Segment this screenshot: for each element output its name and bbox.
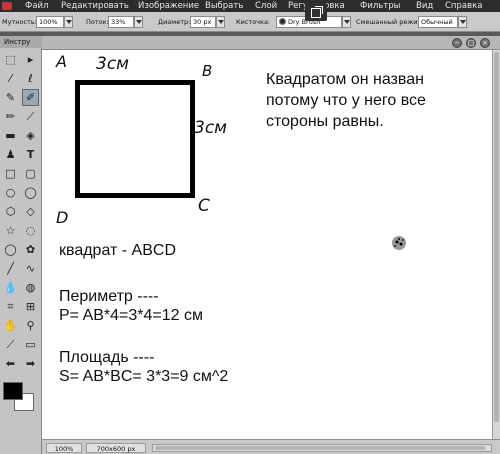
minimize-icon[interactable]: − [452,38,462,48]
pencil-icon[interactable]: ✏ [2,108,19,125]
menu-filters[interactable]: Фильтры [360,0,400,12]
menu-help[interactable]: Справка [445,0,482,12]
polygon-icon[interactable]: ⬡ [2,203,19,220]
bezier-icon[interactable]: ∿ [22,260,39,277]
foreground-color-swatch[interactable] [3,382,23,400]
eraser-icon[interactable]: ◈ [22,127,39,144]
options-bar: Мутность: 100% Поток: 33% Диаметр: 30 px… [0,12,500,32]
perimeter-formula: P= AB*4=3*4=12 см [59,307,203,324]
vertical-scroll-thumb[interactable] [494,52,499,422]
tools-panel: Инстру ⬚ ▸ ⁄ ℓ ✎ ✐ ✏ ⟋ ▬ ◈ ♟ T □ ▢ ○ ◯ ⬡… [0,36,42,454]
corner-b-label: B [202,62,213,80]
fill-icon[interactable]: ▭ [22,336,39,353]
transform-icon[interactable]: ⊞ [22,298,39,315]
crop-icon[interactable]: ⌗ [2,298,19,315]
corner-c-label: C [198,196,210,216]
area-title: Площадь ---- [59,349,155,366]
smudge-icon[interactable]: ◍ [22,279,39,296]
menu-bar: Файл Редактировать Изображение Выбрать С… [0,0,500,12]
horizontal-scrollbar[interactable] [152,444,492,452]
flow-label: Поток: [86,18,109,26]
corner-a-label: A [56,52,67,71]
eyedropper-icon[interactable]: ✎ [2,89,19,106]
share-icon[interactable] [305,3,327,21]
flower-icon[interactable]: ✿ [22,241,39,258]
menu-image[interactable]: Изображение [138,0,199,12]
explanation-line-1: Квадратом он назван [266,71,424,88]
opacity-label: Мутность: [2,18,37,26]
type-icon[interactable]: T [22,146,39,163]
move-icon[interactable]: ▸ [22,51,39,68]
blend-label: Смешанный режим: [356,18,425,26]
brush-dropdown-icon[interactable] [342,16,351,28]
square-abcd [75,80,195,198]
diameter-field[interactable]: 30 px [190,16,216,28]
ellipse-icon[interactable]: ○ [2,184,19,201]
menu-view[interactable]: Вид [416,0,433,12]
side-top-label: 3см [96,54,129,74]
status-bar: 100% 700x600 px [42,439,500,454]
brush-icon[interactable]: ✐ [22,89,39,106]
circle-icon[interactable]: ◯ [22,184,39,201]
wand-icon[interactable]: ⁄ [2,70,19,87]
brush-label: Кисточка: [236,18,271,26]
tools-panel-title: Инстру [0,36,42,48]
star-icon[interactable]: ☆ [2,222,19,239]
speech-icon[interactable]: ◯ [2,241,19,258]
brush-preview-icon [279,18,286,25]
opacity-dropdown-icon[interactable] [64,16,73,28]
side-right-label: 3см [194,118,227,138]
app-logo-icon [2,2,12,10]
corner-d-label: D [56,208,69,227]
hand-icon[interactable]: ✋ [2,317,19,334]
custom-shape-icon[interactable]: ◌ [22,222,39,239]
square-name-text: квадрат - ABCD [59,242,176,259]
menu-select[interactable]: Выбрать [205,0,243,12]
diameter-label: Диаметр: [158,18,191,26]
menu-layer[interactable]: Слой [255,0,277,12]
blend-dropdown-icon[interactable] [458,16,467,28]
maximize-icon[interactable]: □ [466,38,476,48]
menu-edit[interactable]: Редактировать [61,0,129,12]
zoom-icon[interactable]: ⚲ [22,317,39,334]
lasso-shape-icon[interactable]: ◇ [22,203,39,220]
area-formula: S= AB*BC= 3*3=9 см^2 [59,368,229,385]
picker-icon[interactable]: ⟋ [2,336,19,353]
stamp-icon[interactable]: ♟ [2,146,19,163]
dry-brush-dab [392,236,406,250]
clone-stamp-icon[interactable]: ⟋ [22,108,39,125]
perimeter-title: Периметр ---- [59,288,159,305]
explanation-line-3: стороны равны. [266,113,384,130]
close-icon[interactable]: × [480,38,490,48]
document-title-bar: − □ × [42,36,500,50]
rounded-rect-icon[interactable]: ▢ [22,165,39,182]
drawing-canvas[interactable]: A 3см B 3см C D Квадратом он назван пото… [42,50,492,439]
arrow-right-icon[interactable]: ➡ [22,355,39,372]
vertical-scrollbar[interactable] [492,50,500,439]
document-window: − □ × A 3см B 3см C D Квадратом он назва… [42,36,500,454]
diameter-dropdown-icon[interactable] [216,16,225,28]
opacity-field[interactable]: 100% [36,16,64,28]
drop-icon[interactable]: 💧 [2,279,19,296]
arrow-left-icon[interactable]: ⬅ [2,355,19,372]
canvas-size: 700x600 px [86,443,146,453]
menu-file[interactable]: Файл [25,0,48,12]
flow-dropdown-icon[interactable] [134,16,143,28]
flow-field[interactable]: 33% [108,16,134,28]
blend-select[interactable]: Обычный [418,16,458,28]
line-icon[interactable]: ╱ [2,260,19,277]
gradient-icon[interactable]: ▬ [2,127,19,144]
marquee-icon[interactable]: ⬚ [2,51,19,68]
lasso-icon[interactable]: ℓ [22,70,39,87]
zoom-level[interactable]: 100% [46,443,82,453]
explanation-line-2: потому что у него все [266,92,426,109]
horizontal-scroll-thumb[interactable] [155,446,485,450]
rectangle-icon[interactable]: □ [2,165,19,182]
